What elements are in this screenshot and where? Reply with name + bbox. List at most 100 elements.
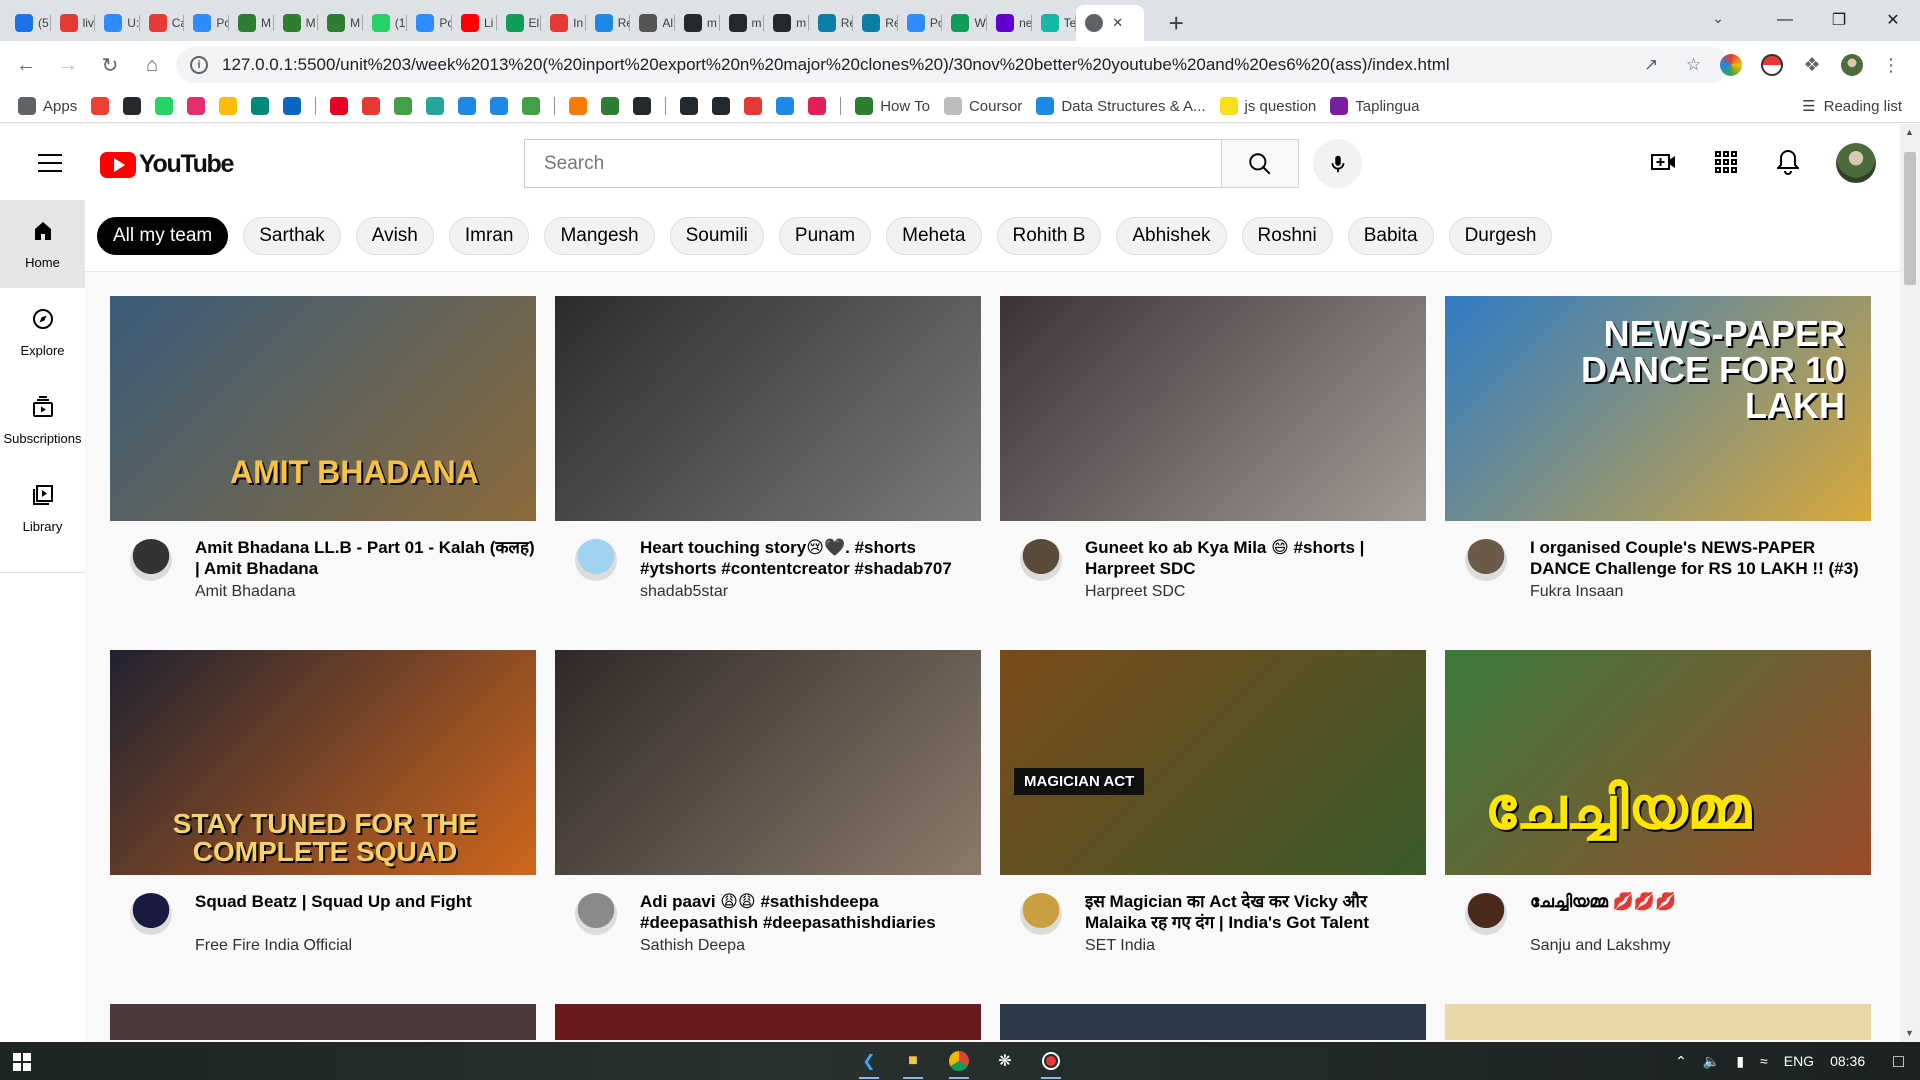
video-title[interactable]: Adi paavi 😩😩 #sathishdeepa #deepasathish… bbox=[640, 891, 980, 933]
search-input[interactable]: Search bbox=[524, 139, 1221, 188]
bookmark-item[interactable] bbox=[569, 97, 588, 115]
video-thumbnail[interactable] bbox=[555, 1004, 981, 1040]
filter-chip[interactable]: All my team bbox=[97, 216, 229, 255]
input-language[interactable]: ENG bbox=[1784, 1053, 1814, 1069]
filter-chip[interactable]: Babita bbox=[1347, 216, 1434, 255]
bookmark-item[interactable] bbox=[490, 97, 509, 115]
hamburger-menu-icon[interactable] bbox=[38, 154, 62, 178]
video-card[interactable]: Heart touching story😢🖤. #shorts #ytshort… bbox=[555, 296, 981, 631]
reload-icon[interactable]: ↻ bbox=[94, 50, 126, 82]
browser-tab[interactable]: Re bbox=[586, 5, 630, 41]
video-thumbnail[interactable] bbox=[555, 650, 981, 875]
channel-name[interactable]: Amit Bhadana bbox=[195, 583, 296, 601]
browser-tab[interactable]: W bbox=[942, 5, 987, 41]
browser-tab[interactable]: (1 bbox=[363, 5, 408, 41]
video-card[interactable]: Guneet ko ab Kya Mila 😄 #shorts | Harpre… bbox=[1000, 296, 1426, 631]
browser-tab[interactable]: Ca bbox=[140, 5, 184, 41]
sidebar-item-library[interactable]: Library bbox=[0, 464, 85, 552]
windows-start-icon[interactable] bbox=[13, 1053, 31, 1071]
vscode-taskbar-icon[interactable]: ❮ bbox=[856, 1048, 882, 1079]
profile-avatar[interactable] bbox=[1841, 54, 1863, 76]
video-thumbnail[interactable] bbox=[1000, 296, 1426, 521]
sidebar-item-home[interactable]: Home bbox=[0, 200, 85, 288]
video-thumbnail[interactable]: ചേച്ചിയമ്മ bbox=[1445, 650, 1871, 875]
chrome-taskbar-icon[interactable] bbox=[946, 1048, 972, 1079]
back-arrow-icon[interactable]: ← bbox=[10, 50, 42, 82]
bookmark-item[interactable] bbox=[776, 97, 795, 115]
filter-chip[interactable]: Roshni bbox=[1241, 216, 1333, 255]
bookmark-item[interactable] bbox=[362, 97, 381, 115]
bookmark-item[interactable] bbox=[123, 97, 142, 115]
video-thumbnail[interactable] bbox=[1000, 1004, 1426, 1040]
browser-tab[interactable]: ne bbox=[987, 5, 1032, 41]
scrollbar-thumb[interactable] bbox=[1904, 152, 1916, 285]
search-button[interactable] bbox=[1221, 139, 1299, 188]
slack-taskbar-icon[interactable]: ❋ bbox=[992, 1048, 1018, 1074]
bookmark-item[interactable]: Apps bbox=[18, 97, 77, 115]
browser-tab[interactable]: m bbox=[764, 5, 809, 41]
filter-chip[interactable]: Rohith B bbox=[996, 216, 1102, 255]
channel-avatar[interactable] bbox=[1020, 893, 1062, 935]
notifications-bell-icon[interactable] bbox=[1772, 146, 1804, 178]
wifi-icon[interactable]: ≈ bbox=[1760, 1053, 1768, 1069]
forward-arrow-icon[interactable]: → bbox=[52, 50, 84, 82]
filter-chip[interactable]: Avish bbox=[355, 216, 434, 255]
clock-time[interactable]: 08:36 bbox=[1830, 1053, 1865, 1069]
channel-avatar[interactable] bbox=[130, 893, 172, 935]
browser-tab[interactable]: Pc bbox=[407, 5, 452, 41]
browser-tab[interactable]: m bbox=[675, 5, 720, 41]
site-info-icon[interactable]: i bbox=[190, 56, 208, 74]
browser-menu-icon[interactable]: ⋮ bbox=[1880, 54, 1902, 76]
bookmark-item[interactable]: Coursor bbox=[943, 97, 1022, 115]
reading-list-button[interactable]: ☰ Reading list bbox=[1802, 97, 1902, 116]
video-title[interactable]: Heart touching story😢🖤. #shorts #ytshort… bbox=[640, 537, 980, 579]
video-thumbnail[interactable] bbox=[110, 1004, 536, 1040]
video-card[interactable]: AMIT BHADANA Amit Bhadana LL.B - Part 01 … bbox=[110, 296, 536, 631]
browser-tab[interactable]: Pc bbox=[184, 5, 229, 41]
filter-chip[interactable]: Durgesh bbox=[1448, 216, 1553, 255]
url-text[interactable]: 127.0.0.1:5500/unit%203/week%2013%20(%20… bbox=[222, 55, 1612, 75]
bookmark-item[interactable] bbox=[522, 97, 541, 115]
maximize-icon[interactable]: ❐ bbox=[1812, 10, 1866, 30]
apps-grid-icon[interactable] bbox=[1710, 146, 1742, 178]
file-explorer-taskbar-icon[interactable]: ■ bbox=[900, 1048, 926, 1079]
filter-chip[interactable]: Sarthak bbox=[243, 216, 341, 255]
filter-chip[interactable]: Mangesh bbox=[544, 216, 655, 255]
battery-icon[interactable]: ▮ bbox=[1736, 1053, 1744, 1070]
video-thumbnail[interactable]: AMIT BHADANA bbox=[110, 296, 536, 521]
bookmark-item[interactable]: Data Structures & A... bbox=[1036, 97, 1206, 115]
filter-chip[interactable]: Meheta bbox=[886, 216, 982, 255]
tab-search-chevron-icon[interactable]: ⌄ bbox=[1712, 10, 1724, 27]
bookmark-item[interactable] bbox=[680, 97, 699, 115]
bookmark-item[interactable] bbox=[426, 97, 445, 115]
channel-name[interactable]: Fukra Insaan bbox=[1530, 583, 1623, 601]
youtube-logo[interactable]: YouTube bbox=[100, 150, 234, 179]
browser-tab[interactable]: In bbox=[541, 5, 586, 41]
browser-tab[interactable]: Re bbox=[853, 5, 898, 41]
browser-tab[interactable]: m bbox=[720, 5, 765, 41]
bookmark-item[interactable] bbox=[712, 97, 731, 115]
browser-tab[interactable]: Pc bbox=[898, 5, 942, 41]
color-picker-extension-icon[interactable] bbox=[1720, 54, 1742, 76]
browser-tab[interactable]: Li bbox=[452, 5, 497, 41]
video-card[interactable]: MAGICIAN ACT इस Magician का Act देख कर Vi… bbox=[1000, 650, 1426, 985]
bookmark-item[interactable] bbox=[251, 97, 270, 115]
video-thumbnail[interactable] bbox=[555, 296, 981, 521]
filter-chip[interactable]: Soumili bbox=[669, 216, 764, 255]
video-title[interactable]: Squad Beatz | Squad Up and Fight bbox=[195, 891, 535, 912]
bookmark-item[interactable] bbox=[91, 97, 110, 115]
pokeball-extension-icon[interactable] bbox=[1761, 54, 1783, 76]
video-card[interactable]: STAY TUNED FOR THE COMPLETE SQUAD Squad B… bbox=[110, 650, 536, 985]
channel-name[interactable]: shadab5star bbox=[640, 583, 728, 601]
bookmark-item[interactable] bbox=[155, 97, 174, 115]
browser-tab[interactable]: Te bbox=[1032, 5, 1076, 41]
volume-icon[interactable]: 🔈 bbox=[1703, 1053, 1720, 1070]
bookmark-item[interactable]: js question bbox=[1219, 97, 1316, 115]
bookmark-star-icon[interactable]: ☆ bbox=[1686, 55, 1701, 75]
video-thumbnail[interactable]: STAY TUNED FOR THE COMPLETE SQUAD bbox=[110, 650, 536, 875]
voice-search-button[interactable] bbox=[1313, 139, 1362, 188]
scroll-up-arrow-icon[interactable]: ▲ bbox=[1905, 127, 1914, 137]
page-scrollbar[interactable]: ▲ ▼ bbox=[1900, 124, 1920, 1042]
close-tab-icon[interactable]: ✕ bbox=[1112, 15, 1123, 31]
channel-avatar[interactable] bbox=[575, 539, 617, 581]
